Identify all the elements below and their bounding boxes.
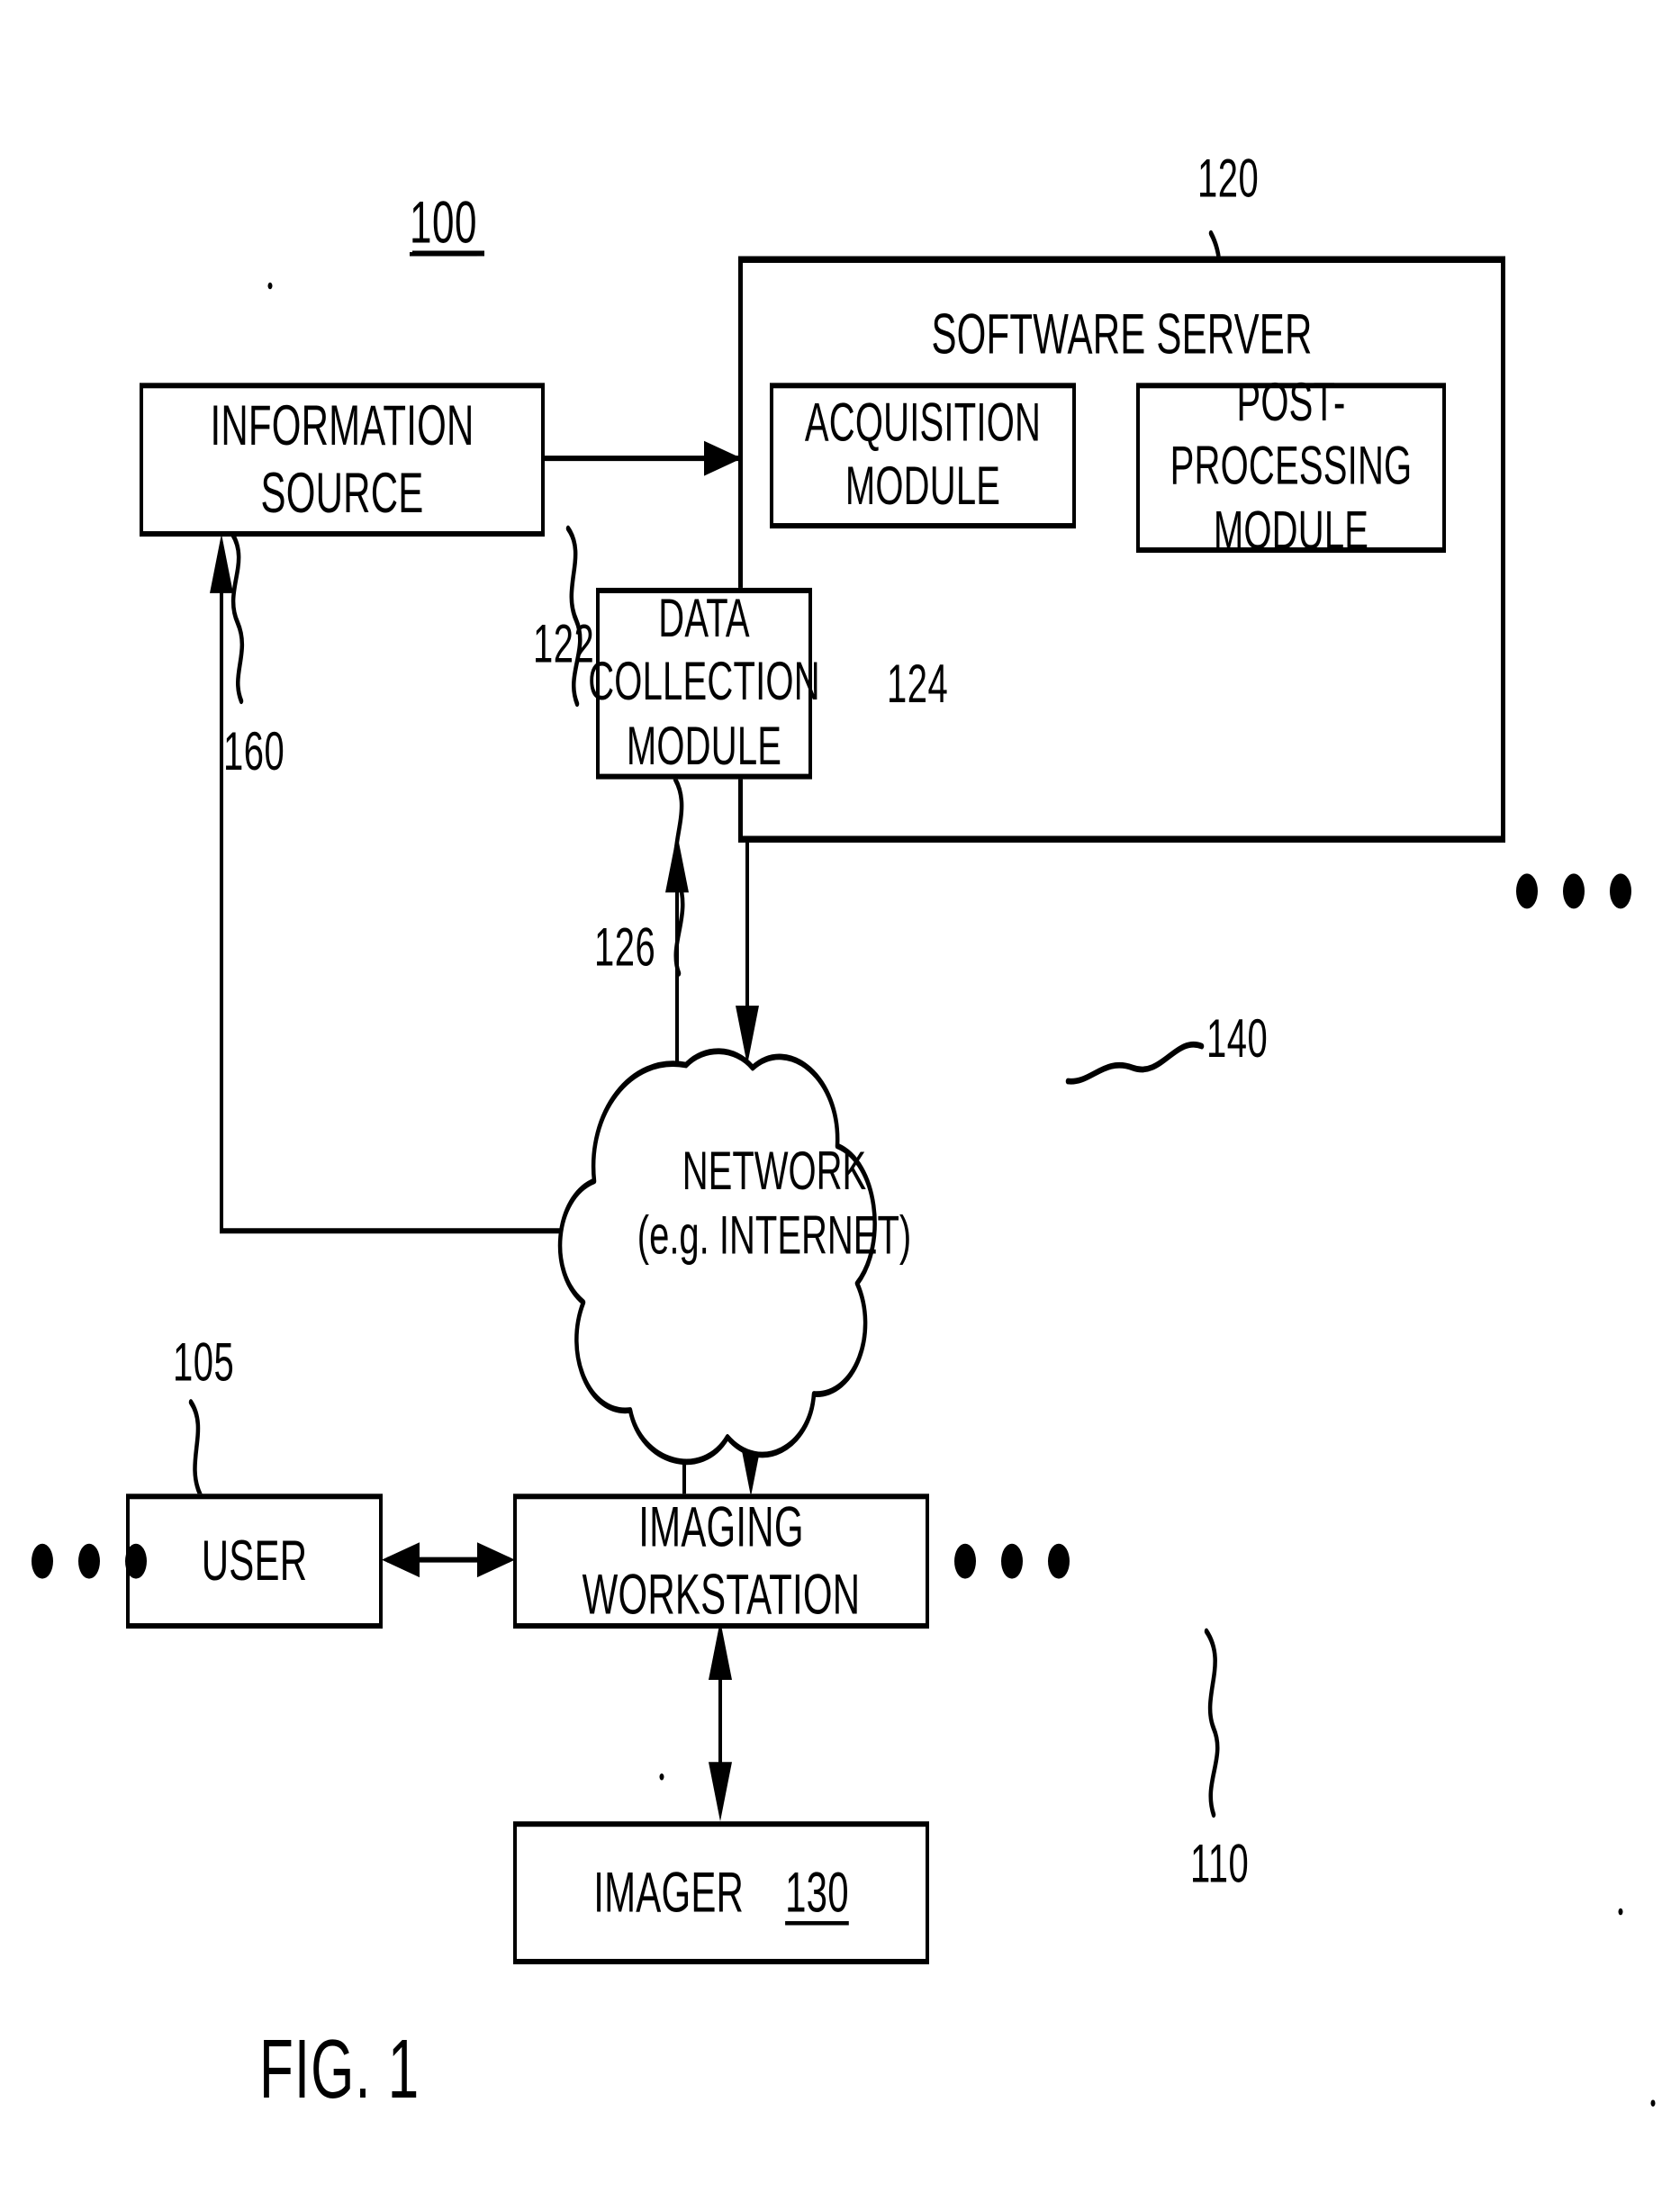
ellipsis-dot <box>125 1543 147 1579</box>
network-label-line1: NETWORK <box>682 1142 867 1202</box>
print-artifact-dot <box>1618 1908 1623 1916</box>
connector-server-to-network <box>736 842 759 1066</box>
post-processing-module-label: POST- PROCESSING MODULE <box>1170 374 1413 561</box>
ref-160: 160 <box>223 722 285 782</box>
ref-110: 110 <box>1190 1835 1250 1895</box>
connector-network-to-data-collection-module <box>665 833 689 1066</box>
user-box[interactable]: USER <box>126 1494 383 1629</box>
ref-124: 124 <box>887 654 949 715</box>
connector-user-to-workstation <box>382 1542 515 1578</box>
ellipsis-dot <box>1563 873 1585 909</box>
print-artifact-dot <box>267 282 273 290</box>
leader-160 <box>230 530 245 705</box>
print-artifact-dot <box>659 1773 664 1781</box>
connector-workstation-to-network <box>673 1367 696 1497</box>
ellipsis-right-of-server <box>1516 873 1631 909</box>
acquisition-module-box[interactable]: ACQUISITION MODULE <box>770 383 1076 529</box>
ref-126: 126 <box>594 917 656 978</box>
ellipsis-right-of-workstation <box>954 1543 1070 1579</box>
ellipsis-dot <box>32 1543 53 1579</box>
acquisition-module-label: ACQUISITION MODULE <box>804 393 1042 517</box>
user-label: USER <box>201 1529 308 1593</box>
ellipsis-left-of-user <box>32 1543 147 1579</box>
ellipsis-dot <box>954 1543 976 1579</box>
data-collection-module-box[interactable]: DATA COLLECTION MODULE <box>588 587 820 780</box>
ellipsis-dot <box>1516 873 1538 909</box>
ellipsis-dot <box>1610 873 1631 909</box>
information-source-box[interactable]: INFORMATION SOURCE <box>140 383 545 537</box>
imager-ref: 130 <box>785 1860 849 1925</box>
figure-caption: FIG. 1 <box>259 2023 420 2117</box>
leader-110 <box>1204 1628 1220 1818</box>
system-ref-100: 100 <box>410 190 477 257</box>
data-collection-module-label: DATA COLLECTION MODULE <box>588 589 820 776</box>
patent-figure-page: 100 INFORMATION SOURCE 160 SOFTWARE SERV… <box>0 0 1680 2211</box>
ref-120: 120 <box>1197 149 1260 210</box>
leader-140 <box>1065 1041 1205 1085</box>
ref-105: 105 <box>173 1333 235 1393</box>
imager-box[interactable]: IMAGER 130 <box>513 1821 929 1964</box>
imaging-workstation-box[interactable]: IMAGING WORKSTATION <box>513 1494 929 1629</box>
network-label-line2: (e.g. INTERNET) <box>637 1206 912 1267</box>
imager-label: IMAGER <box>593 1860 745 1925</box>
imaging-workstation-label: IMAGING WORKSTATION <box>582 1495 861 1627</box>
software-server-label: SOFTWARE SERVER <box>931 302 1313 365</box>
ellipsis-dot <box>78 1543 100 1579</box>
information-source-label: INFORMATION SOURCE <box>210 393 474 525</box>
ellipsis-dot <box>1048 1543 1070 1579</box>
ellipsis-dot <box>1001 1543 1023 1579</box>
leader-126 <box>673 776 685 977</box>
post-processing-module-box[interactable]: POST- PROCESSING MODULE <box>1136 374 1446 560</box>
print-artifact-dot <box>1650 2099 1656 2107</box>
ref-140: 140 <box>1206 1009 1269 1069</box>
connector-network-to-workstation <box>739 1372 763 1497</box>
connector-workstation-to-imager <box>709 1620 732 1822</box>
